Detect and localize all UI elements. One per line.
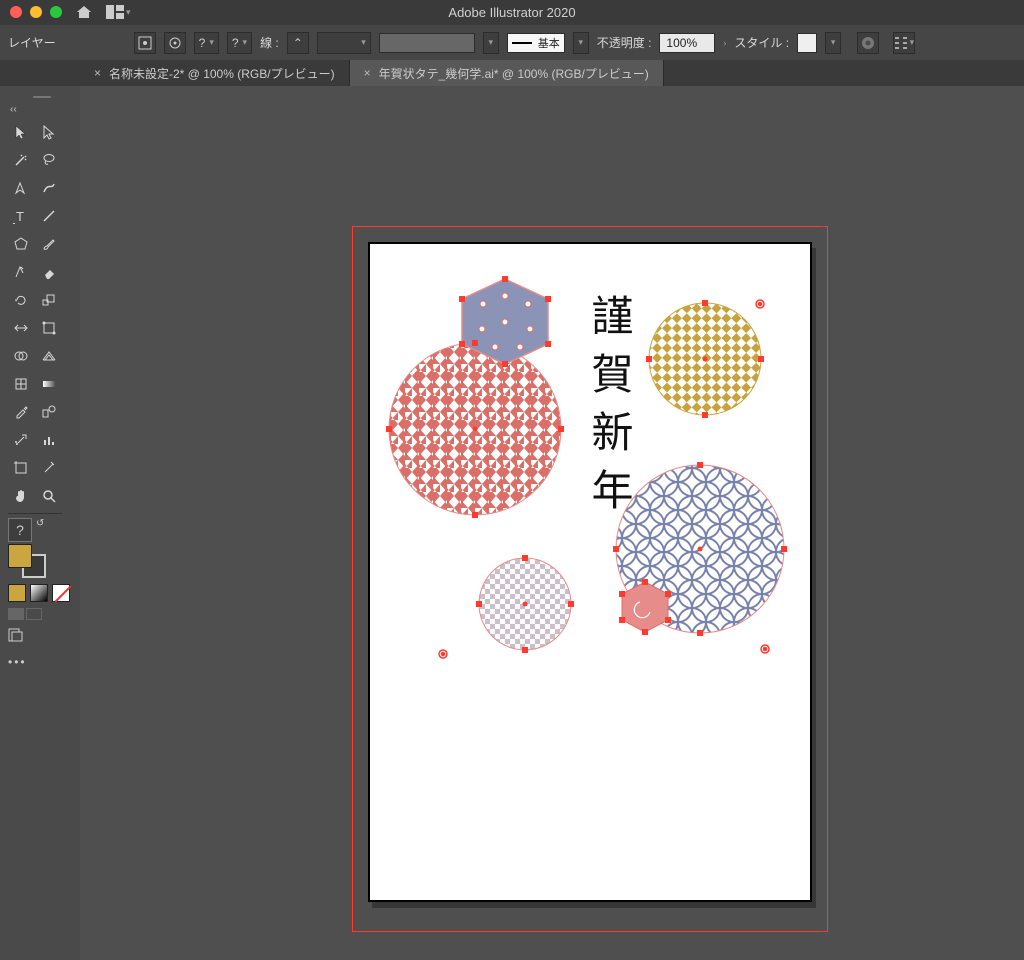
gradient-swatch[interactable] — [30, 584, 48, 602]
blend-tool[interactable] — [36, 399, 62, 425]
chevron-down-icon: ▾ — [126, 7, 131, 18]
paintbrush-tool[interactable] — [36, 231, 62, 257]
free-transform-tool[interactable] — [36, 315, 62, 341]
zoom-tool[interactable] — [36, 483, 62, 509]
home-icon[interactable] — [76, 5, 92, 19]
hand-tool[interactable] — [8, 483, 34, 509]
screen-mode-full[interactable] — [26, 608, 42, 620]
title-bar: ▾ Adobe Illustrator 2020 — [0, 0, 1024, 24]
type-tool[interactable]: T — [8, 203, 34, 229]
minimize-window-button[interactable] — [30, 6, 42, 18]
draw-mode-icon[interactable] — [8, 628, 28, 642]
selection-tool[interactable] — [8, 119, 34, 145]
panel-grip-icon[interactable] — [8, 92, 76, 102]
close-window-button[interactable] — [10, 6, 22, 18]
symbol-sprayer-tool[interactable] — [8, 427, 34, 453]
width-tool[interactable] — [8, 315, 34, 341]
workspace-switcher[interactable]: ▾ — [106, 5, 131, 19]
panel-collapse-icon[interactable]: ‹‹ — [10, 104, 76, 115]
line-segment-tool[interactable] — [36, 203, 62, 229]
fill-stroke-default[interactable]: ? — [8, 518, 32, 542]
slice-tool[interactable] — [36, 455, 62, 481]
none-swatch[interactable] — [52, 584, 70, 602]
color-swatch[interactable] — [8, 584, 26, 602]
brush-swatch[interactable] — [379, 33, 475, 53]
key-object-button[interactable] — [164, 32, 186, 54]
control-bar: レイヤー ?▾ ?▾ 線 : ⌃ ▾ ▾ 基本 ▾ 不透明度 : 100% › … — [0, 24, 1024, 60]
svg-text:T: T — [16, 209, 24, 224]
magic-wand-tool[interactable] — [8, 147, 34, 173]
eyedropper-tool[interactable] — [8, 399, 34, 425]
column-graph-tool[interactable] — [36, 427, 62, 453]
stroke-weight-dec[interactable]: ⌃ — [287, 32, 309, 54]
artboard-tool[interactable] — [8, 455, 34, 481]
gradient-tool[interactable] — [36, 371, 62, 397]
tab-document-1[interactable]: × 名称未設定-2* @ 100% (RGB/プレビュー) — [80, 60, 350, 86]
tab-label: 年賀状タテ_幾何学.ai* @ 100% (RGB/プレビュー) — [379, 65, 649, 82]
artboard: 謹賀新年 — [368, 242, 812, 902]
style-swatch[interactable] — [797, 33, 817, 53]
canvas[interactable]: 謹賀新年 — [80, 86, 1024, 960]
window-controls — [10, 6, 62, 18]
shape-tool[interactable] — [8, 231, 34, 257]
transform-select[interactable]: ?▾ — [194, 32, 219, 54]
shape-builder-tool[interactable] — [8, 343, 34, 369]
tab-document-2[interactable]: × 年賀状タテ_幾何学.ai* @ 100% (RGB/プレビュー) — [350, 60, 664, 86]
panel-label: レイヤー — [8, 34, 56, 51]
stroke-label: 線 : — [260, 34, 279, 51]
stroke-profile-drop[interactable]: ▾ — [573, 32, 589, 54]
document-tabs: × 名称未設定-2* @ 100% (RGB/プレビュー) × 年賀状タテ_幾何学.… — [0, 60, 1024, 86]
rotate-tool[interactable] — [8, 287, 34, 313]
opacity-chevron-icon[interactable]: › — [723, 38, 726, 48]
curvature-tool[interactable] — [36, 175, 62, 201]
perspective-grid-tool[interactable] — [36, 343, 62, 369]
opacity-input[interactable]: 100% — [659, 33, 715, 53]
align-artboard-button[interactable] — [134, 32, 156, 54]
stroke-weight-select[interactable]: ▾ — [317, 32, 371, 54]
tab-label: 名称未設定-2* @ 100% (RGB/プレビュー) — [109, 65, 335, 82]
tool-panel: ‹‹ T — [0, 86, 76, 960]
fill-stroke-proxy[interactable] — [8, 544, 46, 578]
stroke-style-label: 基本 — [538, 35, 560, 51]
close-tab-icon[interactable]: × — [364, 66, 371, 80]
opacity-value: 100% — [666, 36, 697, 50]
recolor-icon[interactable] — [857, 32, 879, 54]
more-tools-icon[interactable]: ••• — [8, 655, 76, 669]
close-tab-icon[interactable]: × — [94, 66, 101, 80]
maximize-window-button[interactable] — [50, 6, 62, 18]
swap-fill-stroke-icon[interactable]: ↺ — [36, 518, 44, 529]
brush-drop[interactable]: ▾ — [483, 32, 499, 54]
greeting-text: 謹賀新年 — [578, 294, 639, 526]
lasso-tool[interactable] — [36, 147, 62, 173]
align-panel-icon[interactable]: ▾ — [893, 32, 915, 54]
eraser-tool[interactable] — [36, 259, 62, 285]
opacity-label: 不透明度 : — [597, 34, 652, 51]
app-title: Adobe Illustrator 2020 — [448, 5, 575, 20]
stroke-profile[interactable]: 基本 — [507, 33, 565, 53]
direct-selection-tool[interactable] — [36, 119, 62, 145]
pen-tool[interactable] — [8, 175, 34, 201]
shape-select[interactable]: ?▾ — [227, 32, 252, 54]
mesh-tool[interactable] — [8, 371, 34, 397]
shaper-tool[interactable] — [8, 259, 34, 285]
style-label: スタイル : — [734, 34, 789, 51]
style-drop[interactable]: ▾ — [825, 32, 841, 54]
scale-tool[interactable] — [36, 287, 62, 313]
screen-mode-normal[interactable] — [8, 608, 24, 620]
